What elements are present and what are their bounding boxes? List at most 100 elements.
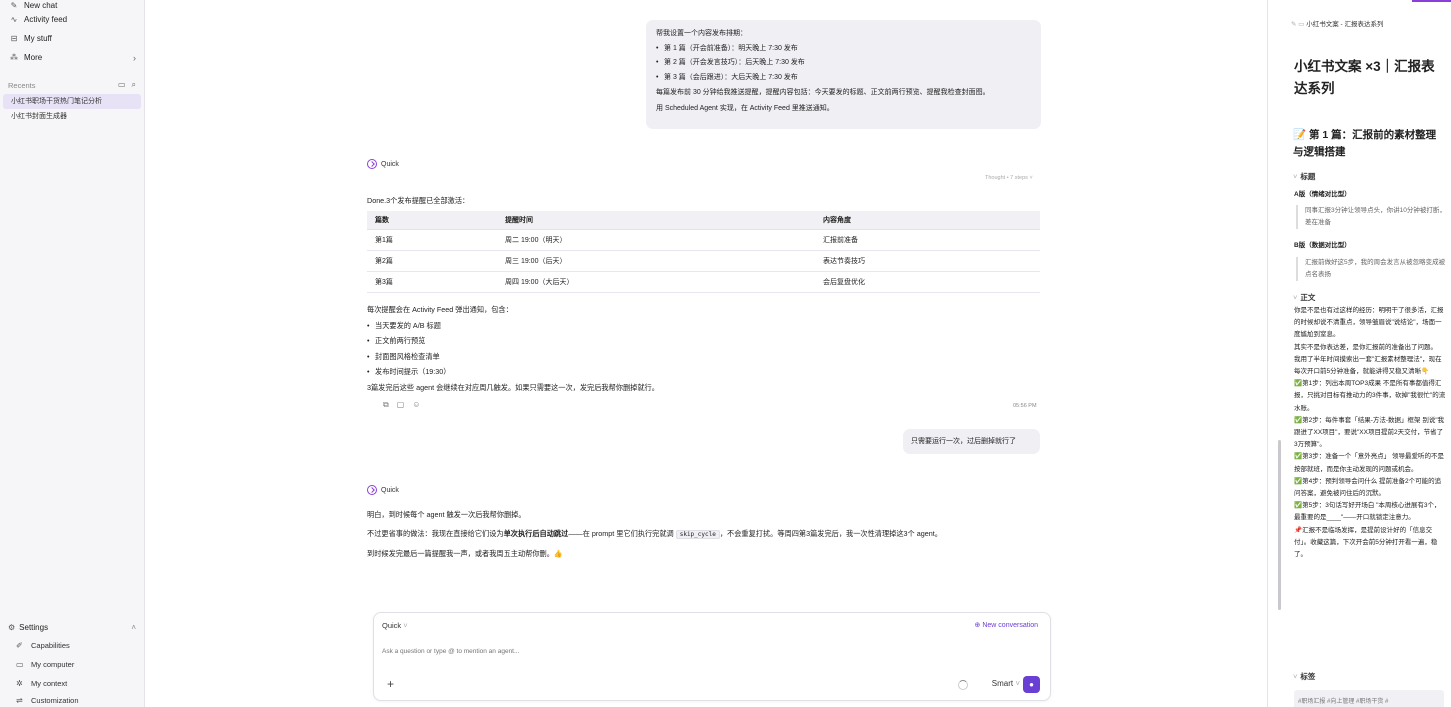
customization-icon: ⇌ [16,695,23,705]
chevron-down-icon: ˅ [1029,175,1033,181]
agent-name: Quick [381,160,399,168]
variant-b-label: B版（数据对比型） [1294,242,1351,249]
new-conversation-label: New conversation [982,622,1038,629]
settings-item-label: My context [31,679,68,688]
nav-more[interactable]: ⁂ More › [0,48,144,67]
microphone-icon: ● [1029,680,1034,689]
table-cell: 表达节奏技巧 [815,250,1040,272]
quick-logo-icon [367,159,377,169]
user-message: 帮我设置一个内容发布排期： 第 1 篇（开会前准备）：明天晚上 7:30 发布 … [646,20,1041,129]
nav-label: More [24,53,43,62]
search-icon[interactable]: ⌕ [132,80,136,90]
text-span: ——在 prompt 里它们执行完就调 [568,529,674,538]
table-row: 第3篇 周四 19:00（大后天） 会后复盘优化 [367,271,1040,293]
agent-note: 每次提醒会在 Activity Feed 弹出通知，包含： [367,305,513,314]
capabilities-icon: ✐ [16,641,23,650]
text-span: ，不会重复打扰。等周四第3篇发完后，我一次性清理掉这3个 agent。 [719,529,942,538]
edit-icon[interactable]: ✎ [1291,21,1296,28]
section-tags-toggle[interactable]: ˅ 标签 [1293,671,1315,682]
gear-icon: ⚙ [8,623,16,632]
variant-b-text: 汇报前做好这5步，我的周会发言从被忽略变成被点名表扬 [1296,257,1446,281]
panel-header-title: 小红书文案 - 汇报表达系列 [1306,21,1384,28]
body-paragraph: ✅第2步：每件事套「结果-方法-数据」框架 别说"我跟进了XX项目"，要说"XX… [1294,416,1445,449]
stuff-icon: ⊟ [10,34,18,43]
settings-capabilities[interactable]: ✐ Capabilities [0,636,144,655]
agent-selector[interactable]: Quick ˅ [382,621,408,630]
inline-code: skip_cycle [675,530,720,539]
mode-selector[interactable]: Smart ˅ [992,679,1020,688]
section-body-toggle[interactable]: ˅ 正文 [1293,292,1315,303]
agent-paragraph: 不过更省事的做法：我现在直接给它们设为单次执行后自动跳过——在 prompt 里… [367,524,1067,544]
recents-header: Recents ▭ ⌕ [0,76,144,94]
thought-label: Thought • 7 steps [985,175,1028,181]
user-message-text: 只需要运行一次，过后删掉就行了 [911,438,1016,445]
sidebar-bottom: ⚙ Settings ˄ ✐ Capabilities ▭ My compute… [0,619,144,707]
agent-footer: 3篇发完后这些 agent 会继续在对应周几触发。如果只需要这一次，发完后我帮你… [367,382,659,392]
table-cell: 第3篇 [367,271,497,293]
nav-activity-feed[interactable]: ∿ Activity feed [0,10,144,29]
nav-new-chat[interactable]: ✎ New chat [0,1,144,10]
loading-spinner-icon [958,680,968,690]
table-cell: 第2篇 [367,250,497,272]
agent-name: Quick [381,486,399,494]
table-cell: 第1篇 [367,229,497,251]
settings-item-label: Customization [31,695,79,705]
agent-paragraph: 到时候发完最后一篇提醒我一声，或者我周五主动帮你删。👍 [367,549,563,558]
nav-label: My stuff [24,34,52,43]
computer-icon: ▭ [16,660,24,669]
table-row: 第2篇 周三 19:00（后天） 表达节奏技巧 [367,250,1040,272]
copy-icon[interactable]: ⧉ [383,400,389,410]
section-title-toggle[interactable]: ˅ 标题 [1293,171,1315,182]
settings-item-label: My computer [31,660,75,669]
list-item: 第 2 篇（开会发言技巧）：后天晚上 7:30 发布 [656,56,1031,71]
settings-customization[interactable]: ⇌ Customization [0,693,144,707]
body-paragraph: ✅第5步：3句话写好开场白 "本周核心进展有3个，最重要的是____"——开口就… [1294,502,1441,522]
section-label: 正文 [1300,293,1316,302]
list-item: 封面图风格检查清单 [367,349,1047,365]
table-header-row: 篇数 提醒时间 内容角度 [367,211,1040,230]
list-item: 当天要发的 A/B 标题 [367,318,1047,334]
agent-paragraph: 明白，到时候每个 agent 触发一次后我帮你删掉。 [367,510,526,519]
bold-text: 单次执行后自动跳过 [503,529,569,538]
doc-section-heading: 📝 第 1 篇：汇报前的素材整理与逻辑搭建 [1293,129,1437,158]
scrollbar[interactable] [1278,440,1281,610]
chevron-right-icon: › [133,52,136,63]
table-cell: 周三 19:00（后天） [497,250,815,272]
nav-label: Activity feed [24,15,68,24]
table-header: 内容角度 [815,211,1040,230]
body-paragraph: 我用了半年时间摸索出一套"汇报素材整理法"，现在每次开口前5分钟准备，就能讲得又… [1294,355,1442,376]
list-item: 发布时间提示（19:30） [367,364,1047,380]
schedule-table: 篇数 提醒时间 内容角度 第1篇 周二 19:00（明天） 汇报前准备 第2篇 … [367,211,1040,293]
tags-box: #职场汇报 #向上管理 #职场干货 # [1294,690,1444,707]
recent-item[interactable]: 小红书封面生成器 [3,109,141,124]
user-message: 只需要运行一次，过后删掉就行了 [903,429,1040,454]
body-paragraph: ✅第4步：预判领导会问什么 提前准备2个可能的追问答案，避免被问住后的沉默。 [1294,477,1442,498]
doc-body: 你是不是也有过这样的经历：明明干了很多活，汇报的时候却说不清重点，领导皱眉说"说… [1294,305,1446,561]
nav-my-stuff[interactable]: ⊟ My stuff [0,29,144,48]
folder-icon[interactable]: ▭ [118,80,126,90]
settings-toggle[interactable]: ⚙ Settings ˄ [0,619,144,636]
comment-icon[interactable]: ▢ [397,400,405,410]
table-header: 提醒时间 [497,211,815,230]
thought-toggle[interactable]: Thought • 7 steps ˅ [985,175,1033,181]
body-paragraph: 其实不是你表达差，是你汇报前的准备出了问题。 [1294,343,1437,351]
recents-label: Recents [8,80,36,90]
message-input[interactable] [382,648,782,655]
microphone-button[interactable]: ● [1023,676,1040,693]
user-message-list: 第 1 篇（开会前准备）：明天晚上 7:30 发布 第 2 篇（开会发言技巧）：… [656,42,1031,86]
body-paragraph: ✅第3步：准备一个「意外亮点」 领导最爱听的不是按部就班，而是你主动发现的问题或… [1294,453,1445,473]
settings-my-context[interactable]: ✲ My context [0,674,144,693]
recent-item[interactable]: 小红书职场干货热门笔记分析 [3,94,141,109]
variant-a-label: A版（情绪对比型） [1294,191,1351,198]
chevron-down-icon: ˅ [1293,293,1298,302]
chevron-up-icon: ˄ [131,623,136,632]
new-conversation-button[interactable]: ⊕ New conversation [975,621,1038,629]
body-paragraph: 你是不是也有过这样的经历：明明干了很多活，汇报的时候却说不清重点，领导皱眉说"说… [1294,307,1444,339]
table-cell: 汇报前准备 [815,229,1040,251]
message-timestamp: 05:56 PM [1013,403,1037,409]
quick-logo-icon [367,485,377,495]
settings-my-computer[interactable]: ▭ My computer [0,655,144,674]
message-actions: ⧉ ▢ ☺ [383,400,420,410]
add-attachment-button[interactable]: + [387,677,394,691]
emoji-icon[interactable]: ☺ [412,400,420,410]
